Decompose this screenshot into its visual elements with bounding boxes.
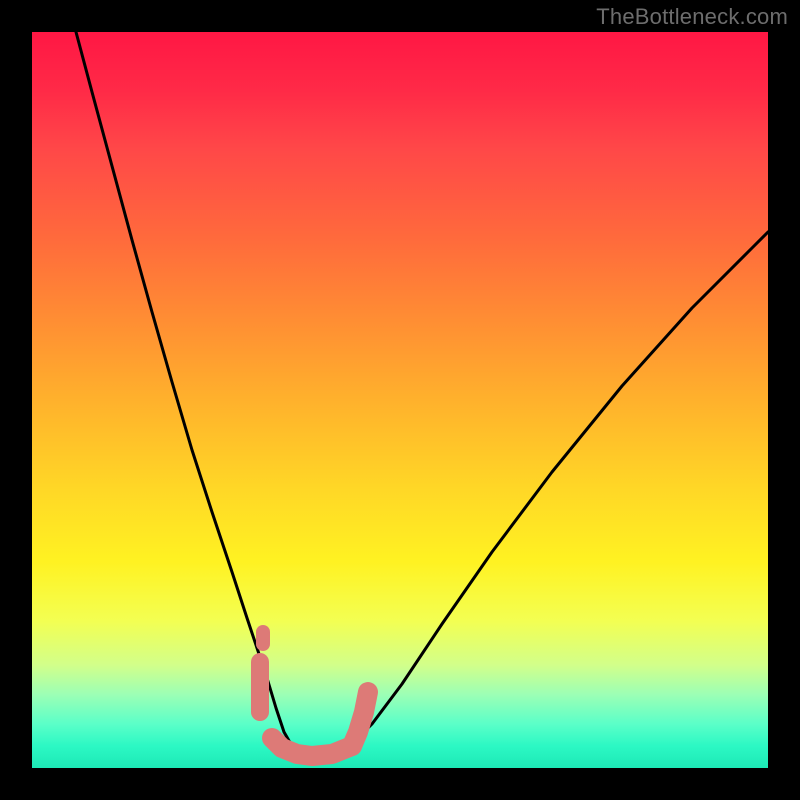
curve-layer bbox=[32, 32, 768, 768]
series-highlight-band-right bbox=[352, 692, 368, 746]
series-highlight-band-bottom bbox=[272, 738, 352, 756]
chart-frame: TheBottleneck.com bbox=[0, 0, 800, 800]
plot-area bbox=[32, 32, 768, 768]
series-bottleneck-curve bbox=[76, 32, 768, 754]
watermark: TheBottleneck.com bbox=[596, 6, 788, 28]
